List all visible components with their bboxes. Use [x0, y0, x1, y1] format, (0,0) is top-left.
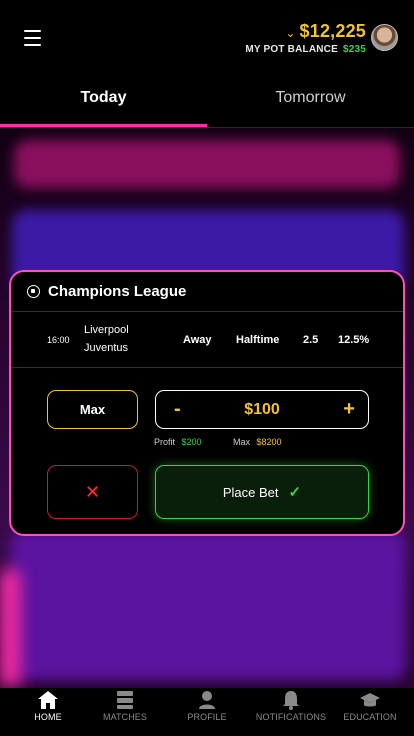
max-value: $8200: [256, 437, 282, 447]
checkmark-icon: ✓: [288, 484, 302, 501]
blurred-card: [10, 530, 406, 680]
day-tabs: Today Tomorrow: [0, 78, 414, 128]
league-header: Champions League: [11, 272, 403, 312]
profit-info: Profit $200: [154, 437, 202, 447]
menu-icon[interactable]: [24, 30, 41, 46]
home-team: Liverpool: [84, 324, 129, 336]
cancel-button[interactable]: ✕: [47, 465, 138, 519]
nav-matches-label: MATCHES: [102, 712, 148, 722]
profit-label: Profit: [154, 437, 176, 447]
nav-education[interactable]: EDUCATION: [329, 688, 411, 736]
place-bet-label: Place Bet: [222, 484, 279, 500]
match-time: 16:00: [47, 335, 70, 345]
nav-home-label: HOME: [34, 712, 62, 722]
bet-slip-card: Champions League 16:00 Liverpool Juventu…: [9, 270, 405, 536]
nav-profile[interactable]: PROFILE: [166, 688, 248, 736]
nav-notifications[interactable]: NOTIFICATIONS: [250, 688, 332, 736]
matches-icon: [117, 691, 133, 709]
bet-period: Halftime: [236, 334, 280, 346]
place-bet-button[interactable]: Place Bet ✓: [155, 465, 369, 519]
bet-percent: 12.5%: [338, 334, 370, 346]
profit-value: $200: [181, 437, 202, 447]
close-icon: ✕: [84, 481, 101, 502]
app-header: ⌄ $12,225 MY POT BALANCE $235: [0, 0, 414, 78]
soccer-ball-icon: [27, 285, 40, 298]
home-icon: [38, 691, 58, 709]
tab-tomorrow[interactable]: Tomorrow: [207, 78, 414, 122]
active-tab-indicator: [0, 124, 207, 127]
avatar[interactable]: [371, 24, 398, 51]
max-info: Max $8200: [233, 437, 282, 447]
bet-pick: Away: [183, 334, 212, 346]
bell-icon: [283, 691, 299, 710]
bottom-navigation: HOME MATCHES PROFILE NOTIFICATIONS EDUCA…: [0, 688, 414, 736]
increase-button[interactable]: +: [343, 398, 355, 421]
nav-notifications-label: NOTIFICATIONS: [255, 712, 327, 722]
bet-amount[interactable]: $100: [244, 401, 280, 419]
blurred-card: [14, 140, 400, 188]
nav-profile-label: PROFILE: [187, 712, 227, 722]
graduation-cap-icon: [360, 693, 380, 707]
pot-balance: MY POT BALANCE $235: [245, 44, 366, 55]
max-button[interactable]: Max: [47, 390, 138, 429]
amount-stepper: - $100 +: [155, 390, 369, 429]
balance-amount: $12,225: [299, 21, 366, 41]
chevron-down-icon[interactable]: ⌄: [285, 26, 295, 40]
balance-display[interactable]: ⌄ $12,225 MY POT BALANCE $235: [245, 21, 366, 55]
bet-line: 2.5: [303, 334, 319, 346]
tab-today[interactable]: Today: [0, 78, 207, 122]
profile-icon: [199, 691, 215, 709]
nav-education-label: EDUCATION: [343, 712, 397, 722]
nav-home[interactable]: HOME: [7, 688, 89, 736]
match-row: 16:00 Liverpool Juventus Away Halftime 2…: [11, 312, 403, 368]
decrease-button[interactable]: -: [174, 398, 181, 421]
blurred-accent: [0, 568, 20, 688]
pot-balance-amount: $235: [342, 44, 366, 55]
max-label: Max: [233, 437, 251, 447]
pot-balance-label: MY POT BALANCE: [245, 44, 338, 55]
nav-matches[interactable]: MATCHES: [84, 688, 166, 736]
league-title: Champions League: [48, 283, 187, 300]
away-team: Juventus: [84, 342, 129, 354]
